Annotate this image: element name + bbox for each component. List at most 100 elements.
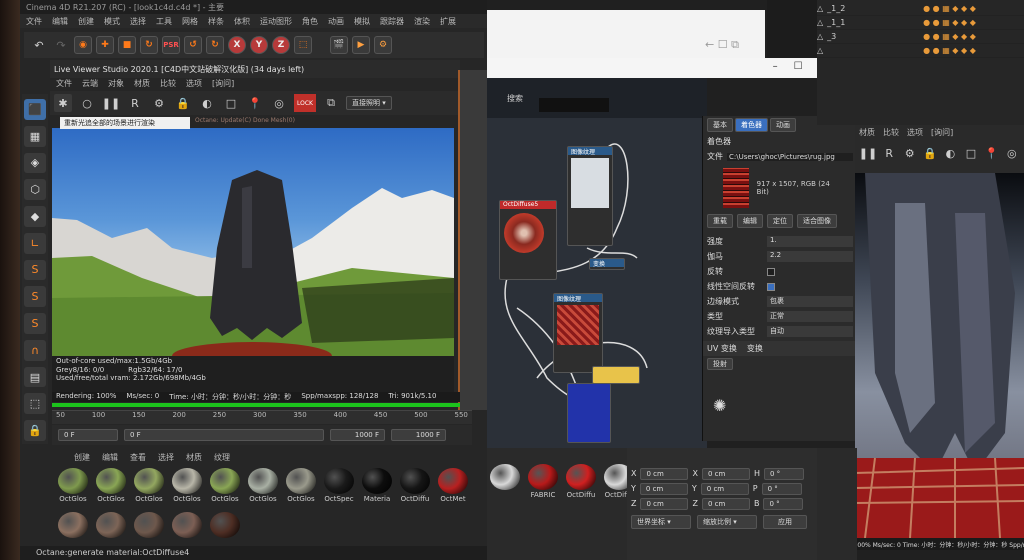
focus-icon[interactable]: ◎ [270, 94, 288, 112]
menu-item[interactable]: 网格 [182, 16, 198, 26]
material-swatch[interactable] [55, 512, 91, 548]
axis-icon[interactable]: ∟ [24, 232, 46, 254]
property-value[interactable]: 2.2 [767, 251, 853, 262]
restart-icon[interactable]: ○ [78, 94, 96, 112]
file-path-field[interactable]: C:\Users\ghoc\Pictures\rug.jpg [727, 152, 853, 161]
clay-icon[interactable]: □ [222, 94, 240, 112]
menu-item[interactable]: 选择 [130, 16, 146, 26]
workplane-icon[interactable]: ⬚ [24, 393, 46, 415]
position-field[interactable]: 0 cm [640, 497, 689, 510]
property-value[interactable]: 自动 [767, 326, 853, 337]
material-swatch[interactable]: OctGlos [207, 468, 243, 504]
material-swatch[interactable]: OctGlos [283, 468, 319, 504]
lock-icon[interactable]: 🔒 [174, 94, 192, 112]
material-swatch[interactable]: Materia [359, 468, 395, 504]
rotation-field[interactable]: 0 ° [763, 467, 804, 480]
menu-item[interactable]: 体积 [234, 16, 250, 26]
object-row[interactable]: △ _1_2 ● ● ▦ ◆ ◆ ◆ [817, 2, 1024, 16]
property-checkbox[interactable] [767, 282, 775, 291]
image-texture-node-1[interactable]: 图像纹理 [567, 146, 613, 246]
frame-current-field[interactable]: 0 F [124, 429, 324, 441]
viewer-menu-item[interactable]: 比较 [883, 127, 899, 138]
right-render-viewport[interactable] [855, 173, 1024, 538]
blue-node[interactable] [567, 383, 611, 443]
settings-icon[interactable]: ⚙ [901, 144, 917, 162]
node-editor-canvas[interactable]: 搜索 图像纹理 OctDiffuse5 图像纹理 变换 [487, 78, 707, 448]
projection-button[interactable]: 投射 [707, 358, 733, 370]
menu-item[interactable]: 编辑 [52, 16, 68, 26]
object-row[interactable]: △ ● ● ▦ ◆ ◆ ◆ [817, 44, 1024, 58]
clay-icon[interactable]: □ [963, 144, 979, 162]
render-settings-icon[interactable]: ⚙ [374, 36, 392, 54]
material-swatch[interactable] [131, 512, 167, 548]
live-viewer-menu-item[interactable]: 文件 [56, 78, 72, 90]
scale-tool[interactable]: ■ [118, 36, 136, 54]
render-view-icon[interactable]: ▶ [352, 36, 370, 54]
rotation-field[interactable]: 0 ° [763, 497, 804, 510]
octdiffuse-node[interactable]: OctDiffuse5 [499, 200, 557, 280]
material-menu-item[interactable]: 材质 [186, 452, 202, 464]
recent-tool[interactable]: ↺ [184, 36, 202, 54]
cam-icon[interactable]: ⧉ [322, 94, 340, 112]
live-viewer-menu-item[interactable]: 选项 [186, 78, 202, 90]
menu-item[interactable]: 角色 [302, 16, 318, 26]
material-swatch[interactable]: OctGlos [55, 468, 91, 504]
size-field[interactable]: 0 cm [701, 467, 750, 480]
material-menu-item[interactable]: 纹理 [214, 452, 230, 464]
pin-icon[interactable]: 📍 [983, 144, 999, 162]
scale-mode-select[interactable]: 缩放比例 ▾ [697, 515, 757, 529]
material-swatch[interactable]: OctGlos [131, 468, 167, 504]
texture-button[interactable]: 适合图像 [797, 214, 837, 228]
object-row[interactable]: △ _3 ● ● ▦ ◆ ◆ ◆ [817, 30, 1024, 44]
magnet-icon[interactable]: ∩ [24, 339, 46, 361]
menu-item[interactable]: 文件 [26, 16, 42, 26]
material-swatch[interactable]: OctGlos [169, 468, 205, 504]
edges-icon[interactable]: ⬡ [24, 179, 46, 201]
viewer-menu-item[interactable]: [询问] [931, 127, 953, 138]
snap-icon[interactable]: S [24, 259, 46, 281]
material-swatch[interactable] [207, 512, 243, 548]
render-mode-select[interactable]: 直接照明 ▾ [346, 96, 392, 110]
material-menu-item[interactable]: 创建 [74, 452, 90, 464]
property-value[interactable]: 正常 [767, 311, 853, 322]
transform-node[interactable]: 变换 [589, 258, 625, 270]
sphere-icon[interactable]: ◐ [198, 94, 216, 112]
snap-settings-icon[interactable]: S [24, 286, 46, 308]
region-icon[interactable]: R [126, 94, 144, 112]
points-icon[interactable]: ◈ [24, 152, 46, 174]
z-axis-button[interactable]: Z [272, 36, 290, 54]
frame-start-field[interactable]: 0 F [58, 429, 118, 441]
property-value[interactable]: 包裹 [767, 296, 853, 307]
viewer-menu-item[interactable]: 选项 [907, 127, 923, 138]
menu-item[interactable]: 跟踪器 [380, 16, 404, 26]
menu-item[interactable]: 创建 [78, 16, 94, 26]
rotation-field[interactable]: 0 ° [761, 482, 802, 495]
sphere-icon[interactable]: ◐ [942, 144, 958, 162]
menu-item[interactable]: 渲染 [414, 16, 430, 26]
render-region-icon[interactable]: 🎬 [330, 36, 348, 54]
material-swatch[interactable]: FABRIC [525, 464, 561, 500]
uv-row[interactable]: UV 变换 变换 [703, 341, 857, 356]
material-swatch[interactable]: OctSpec [321, 468, 357, 504]
move-tool[interactable]: ✚ [96, 36, 114, 54]
live-select-tool[interactable]: ◉ [74, 36, 92, 54]
quantize-icon[interactable]: S [24, 313, 46, 334]
lock-resolution-icon[interactable]: LOCK [294, 94, 316, 112]
redo-icon[interactable]: ↷ [52, 36, 70, 54]
settings-icon[interactable]: ⚙ [150, 94, 168, 112]
rerender-icon[interactable]: ✱ [54, 94, 72, 112]
menu-item[interactable]: 动画 [328, 16, 344, 26]
menu-item[interactable]: 工具 [156, 16, 172, 26]
cube-mode-icon[interactable]: ⬛ [24, 99, 46, 120]
material-swatch[interactable]: OctDiffu [397, 468, 433, 504]
material-menu-item[interactable]: 编辑 [102, 452, 118, 464]
size-field[interactable]: 0 cm [700, 482, 749, 495]
value-node[interactable] [592, 366, 640, 384]
render-viewport[interactable] [52, 128, 454, 356]
live-viewer-menu-item[interactable]: [询问] [212, 78, 234, 90]
live-viewer-menu-item[interactable]: 云端 [82, 78, 98, 90]
material-menu-item[interactable]: 查看 [130, 452, 146, 464]
menu-item[interactable]: 扩展 [440, 16, 456, 26]
pin-icon[interactable]: 📍 [246, 94, 264, 112]
property-checkbox[interactable] [767, 267, 775, 276]
